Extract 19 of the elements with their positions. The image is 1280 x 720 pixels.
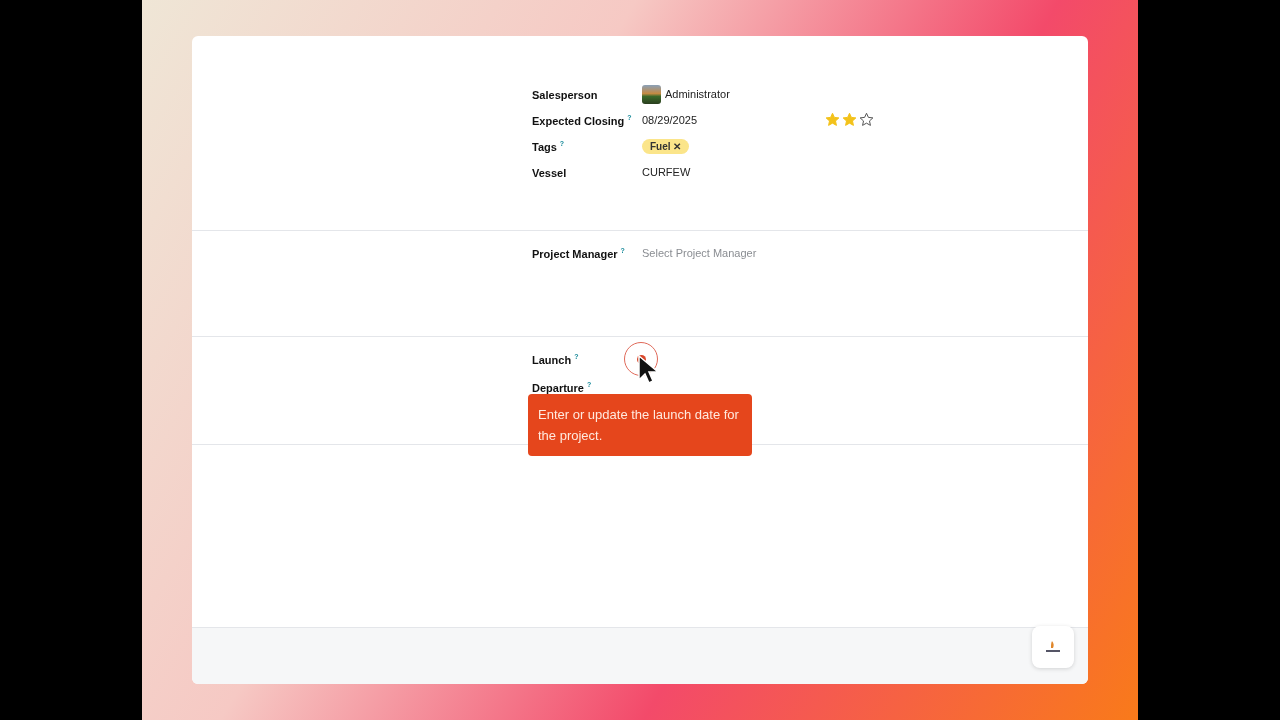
logo-badge[interactable] bbox=[1032, 626, 1074, 668]
filled-star-icon[interactable] bbox=[842, 112, 857, 127]
tag[interactable]: Fuel ✕ bbox=[642, 138, 690, 154]
field-label: Tags $^{?}$ bbox=[532, 141, 565, 153]
filled-star-icon[interactable] bbox=[825, 112, 840, 127]
empty-star-icon[interactable] bbox=[859, 112, 874, 127]
field-value: CURFEW bbox=[642, 166, 691, 178]
tooltip: Enter or update the launch date for the project. bbox=[528, 394, 752, 456]
avatar-photo bbox=[642, 84, 661, 104]
field-label: Launch $^{?}$ bbox=[532, 354, 579, 366]
logo-icon bbox=[1045, 640, 1061, 654]
field-label: Expected Closing $^{?}$ bbox=[532, 115, 632, 127]
field-label: Departure $^{?}$ bbox=[532, 382, 592, 394]
field-value: 08/29/2025 bbox=[642, 114, 698, 126]
field-label: Vessel bbox=[532, 167, 567, 179]
field-label: Salesperson bbox=[532, 89, 598, 101]
field-value: Administrator bbox=[665, 88, 730, 100]
field-label: Project Manager $^{?}$ bbox=[532, 248, 625, 260]
select-field[interactable]: Select Project Manager bbox=[642, 247, 757, 259]
